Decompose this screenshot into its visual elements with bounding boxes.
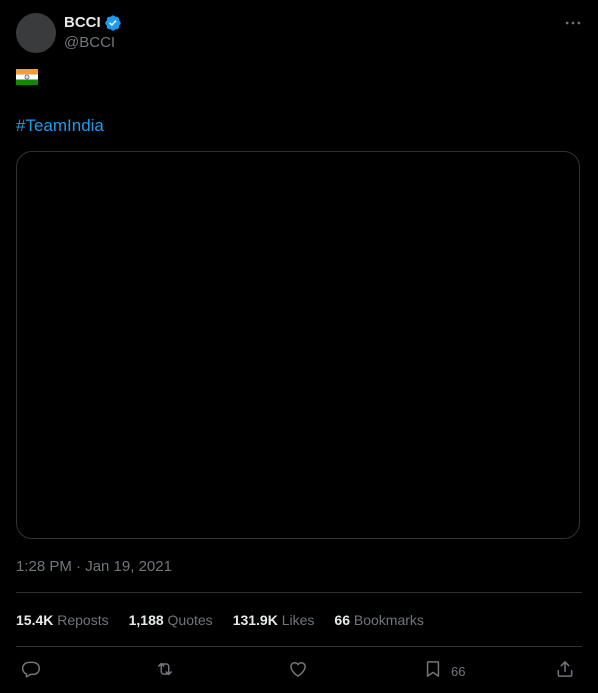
quotes-stat[interactable]: 1,188 Quotes [129,612,213,629]
divider [16,592,582,593]
stat-label: Bookmarks [353,612,424,628]
media-video[interactable] [16,151,580,539]
author-name-row: BCCI [64,14,122,32]
bookmarks-stat[interactable]: 66 Bookmarks [334,612,424,629]
hashtag-link[interactable]: #TeamIndia [16,116,104,136]
more-options-icon[interactable] [562,12,584,34]
stat-value: 1,188 [128,612,164,628]
heart-icon [288,659,308,684]
stat-label: Reposts [57,612,109,628]
india-flag-icon [16,69,38,85]
bookmark-button[interactable]: 66 [423,658,465,684]
repost-icon [155,659,175,684]
reply-icon [21,659,41,684]
likes-stat[interactable]: 131.9K Likes [233,612,315,629]
bookmark-count: 66 [451,663,466,679]
verified-badge-icon[interactable] [104,14,122,32]
share-button[interactable] [555,658,575,684]
bookmark-icon [423,659,443,684]
display-name[interactable]: BCCI [64,14,101,32]
reposts-stat[interactable]: 15.4K Reposts [16,612,109,629]
stat-value: 66 [334,612,350,628]
engagement-stats: 15.4K Reposts 1,188 Quotes 131.9K Likes … [16,612,444,629]
divider [16,646,582,647]
tweet: BCCI @BCCI #TeamIndia 1:28 PM · Jan 19, … [0,0,598,693]
like-button[interactable] [288,658,308,684]
reply-button[interactable] [21,658,41,684]
author-handle[interactable]: @BCCI [64,34,115,52]
stat-value: 15.4K [16,612,54,628]
tweet-timestamp[interactable]: 1:28 PM · Jan 19, 2021 [16,558,172,576]
repost-button[interactable] [155,658,175,684]
action-bar: 66 [0,658,598,684]
stat-label: Likes [281,612,315,628]
avatar[interactable] [16,13,56,53]
share-icon [555,659,575,684]
stat-label: Quotes [167,612,213,628]
stat-value: 131.9K [232,612,278,628]
